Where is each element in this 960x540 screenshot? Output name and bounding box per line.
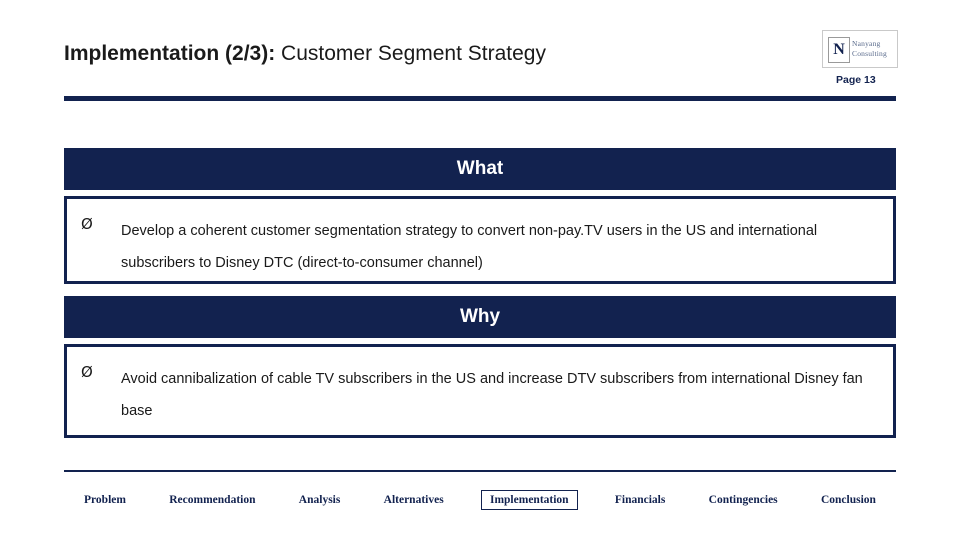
nav-item-conclusion[interactable]: Conclusion bbox=[815, 490, 882, 510]
nav-item-financials[interactable]: Financials bbox=[609, 490, 671, 510]
logo-wordmark-line2: Consulting bbox=[852, 49, 887, 58]
bullet-item: Ø Avoid cannibalization of cable TV subs… bbox=[67, 347, 893, 427]
page-title: Implementation (2/3): Customer Segment S… bbox=[64, 42, 546, 66]
bullet-item: Ø Develop a coherent customer segmentati… bbox=[67, 199, 893, 279]
nav-item-analysis[interactable]: Analysis bbox=[293, 490, 347, 510]
section-heading-what: What bbox=[64, 148, 896, 190]
page-title-bold: Implementation (2/3): bbox=[64, 42, 276, 65]
bullet-arrow-icon: Ø bbox=[81, 363, 93, 381]
bullet-arrow-icon: Ø bbox=[81, 215, 93, 233]
bullet-text: Develop a coherent customer segmentation… bbox=[121, 223, 818, 271]
nav-item-recommendation[interactable]: Recommendation bbox=[163, 490, 261, 510]
logo-letter-icon: N bbox=[828, 37, 850, 63]
nav-item-implementation[interactable]: Implementation bbox=[480, 490, 578, 510]
header-divider bbox=[64, 96, 896, 101]
page-number: Page 13 bbox=[836, 74, 876, 86]
nav-item-contingencies[interactable]: Contingencies bbox=[703, 490, 784, 510]
page-title-rest: Customer Segment Strategy bbox=[275, 42, 546, 65]
nav-item-alternatives[interactable]: Alternatives bbox=[378, 490, 450, 510]
footer-navigation: Problem Recommendation Analysis Alternat… bbox=[64, 485, 896, 515]
section-heading-why: Why bbox=[64, 296, 896, 338]
slide-header: Implementation (2/3): Customer Segment S… bbox=[0, 0, 960, 101]
logo-wordmark-line1: Nanyang bbox=[852, 39, 881, 48]
bullet-text: Avoid cannibalization of cable TV subscr… bbox=[121, 371, 863, 419]
company-logo: N Nanyang Consulting bbox=[822, 30, 898, 68]
footer-divider bbox=[64, 470, 896, 472]
nav-item-problem[interactable]: Problem bbox=[78, 490, 132, 510]
section-body-why: Ø Avoid cannibalization of cable TV subs… bbox=[64, 344, 896, 438]
logo-wordmark: Nanyang Consulting bbox=[852, 39, 887, 59]
section-body-what: Ø Develop a coherent customer segmentati… bbox=[64, 196, 896, 284]
